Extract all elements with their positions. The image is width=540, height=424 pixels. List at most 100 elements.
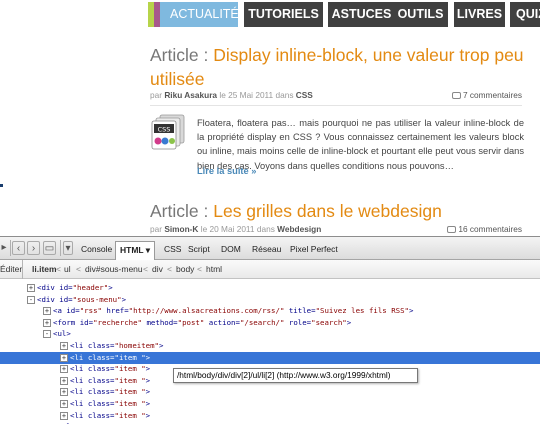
attr-value: "sous-menu" [72,294,122,304]
tab-css[interactable]: CSS [164,241,181,257]
inspect-icon[interactable]: ▸ [0,241,8,255]
expand-icon[interactable]: + [60,342,68,350]
expand-icon[interactable]: + [60,376,68,385]
html-node-row[interactable]: + <div id="header"> [0,282,540,294]
attr-value: "item " [114,364,146,374]
crumb-body[interactable]: body [176,260,194,279]
forward-icon[interactable]: › [27,241,40,255]
crumb-separator: < [167,264,172,274]
comments-link-2[interactable]: 16 commentaires [447,224,522,235]
article-date: le 25 Mai 2011 dans [219,90,294,100]
html-tag: <ul> [53,329,71,339]
expand-icon[interactable]: + [43,307,51,316]
article-title-2[interactable]: Article : Les grilles dans le webdesign [150,199,530,223]
tab-pixel-perfect[interactable]: Pixel Perfect [290,241,338,257]
expand-icon[interactable]: + [60,388,68,397]
html-node-code: <li class="item "> [70,410,150,422]
comments-link[interactable]: 7 commentaires [451,90,522,101]
html-tag: > [409,306,414,316]
read-more-link[interactable]: Lire la suite » [197,166,256,176]
comments-count: 7 commentaires [462,90,522,100]
comment-icon [451,92,461,99]
html-tag: > [121,294,127,304]
attr-name: class= [87,387,115,397]
article-category-2[interactable]: Webdesign [277,224,321,234]
tab-html[interactable]: HTML ▾ [115,241,156,260]
attr-name: class= [87,399,115,408]
html-node-row[interactable]: + <li class="item "> [0,410,540,422]
html-node-code: <div id="header"> [37,282,113,294]
article-title-prefix: Article : [150,45,209,65]
html-node-row[interactable]: - <div id="sous-menu"> [0,294,540,306]
html-tree: + <div id="header"> - <div id="sous-menu"> +… [0,279,540,424]
html-node-code: <li class="item "> [70,398,150,410]
nav-item-astuces[interactable]: ASTUCES [328,2,395,27]
menu-dropdown-icon[interactable]: ▾ [63,241,73,255]
html-tag: > [145,375,151,385]
html-node-row[interactable]: + <li class="item "> [0,398,540,410]
crumb-li-item[interactable]: li.item [32,260,57,279]
attr-name: title= [284,306,316,316]
collapse-icon[interactable]: - [27,295,35,304]
tab-console[interactable]: Console [81,241,112,257]
attr-value: "item " [114,375,146,385]
article-title-link-2[interactable]: Les grilles dans le webdesign [213,201,442,221]
collapse-icon[interactable]: - [43,330,51,339]
tab-script[interactable]: Script [188,241,210,257]
html-node-row[interactable]: + <li class="item "> [0,386,540,398]
nav-item-quiz[interactable]: QUIZ [510,2,540,27]
html-node-code: <li class="item "> [70,352,150,364]
attr-value: "item " [114,352,146,362]
thumb-label: CSS [158,126,171,134]
firebug-toolbar: ▸ ‹ › ▭ ▾ Console HTML ▾ CSS Script DOM … [0,237,540,260]
layout-icon[interactable]: ▭ [43,241,56,255]
main-nav: ACTUALITÉS TUTORIELS ASTUCES OUTILS LIVR… [130,0,540,27]
html-tag: <li [70,399,88,408]
html-tag: <a [53,306,67,316]
expand-icon[interactable]: + [27,284,35,292]
comment-icon [447,226,457,233]
crumb-div-sous-menu[interactable]: div#sous-menu [85,260,143,279]
expand-icon[interactable]: + [60,400,68,408]
firebug-panel: ▸ ‹ › ▭ ▾ Console HTML ▾ CSS Script DOM … [0,236,540,424]
html-node-code: <li class="item "> [70,375,150,387]
nav-item-outils[interactable]: OUTILS [393,2,448,27]
attr-name: id= [79,317,94,327]
html-node-row-selected[interactable]: + <li class="item "> [0,351,540,364]
attr-value: "rss" [79,306,102,316]
html-tag: > [145,399,151,408]
edit-button[interactable]: Éditer [0,260,22,279]
expand-icon[interactable]: + [60,365,68,374]
meta-by-2: par [150,224,162,234]
article-author-2[interactable]: Simon-K [164,224,198,234]
html-node-code: <a id="rss" href="http://www.alsacreatio… [53,305,413,317]
nav-item-tutoriels[interactable]: TUTORIELS [244,2,323,27]
expand-icon[interactable]: + [43,318,51,327]
html-node-row[interactable]: + <li class="homeitem"> [0,340,540,352]
nav-item-livres[interactable]: LIVRES [454,2,505,27]
crumb-separator: < [143,264,148,274]
attr-value: "Suivez les fils RSS" [315,306,410,316]
html-node-row[interactable]: + <form id="recherche" method="post" acti… [0,317,540,329]
tab-dom[interactable]: DOM [221,241,241,257]
crumb-separator: < [197,264,202,274]
expand-icon[interactable]: + [60,353,68,362]
html-tag: > [145,387,151,397]
article-category[interactable]: CSS [296,90,313,100]
html-node-code: <form id="recherche" method="post" actio… [53,317,351,329]
tab-reseau[interactable]: Réseau [252,241,281,257]
crumb-ul[interactable]: ul [64,260,71,279]
html-node-row[interactable]: + <a id="rss" href="http://www.alsacreati… [0,305,540,317]
article-title[interactable]: Article : Display inline-block, une vale… [150,43,530,91]
html-tag: > [145,410,151,420]
crumb-div[interactable]: div [152,260,163,279]
html-tag: <li [70,410,88,420]
attr-name: id= [59,283,73,292]
nav-item-actualites[interactable]: ACTUALITÉS [160,2,238,27]
back-icon[interactable]: ‹ [12,241,25,255]
article-author[interactable]: Riku Asakura [164,90,217,100]
html-node-row[interactable]: - <ul> [0,328,540,340]
expand-icon[interactable]: + [60,411,68,420]
article-title-prefix-2: Article : [150,201,209,221]
crumb-html[interactable]: html [206,260,222,279]
